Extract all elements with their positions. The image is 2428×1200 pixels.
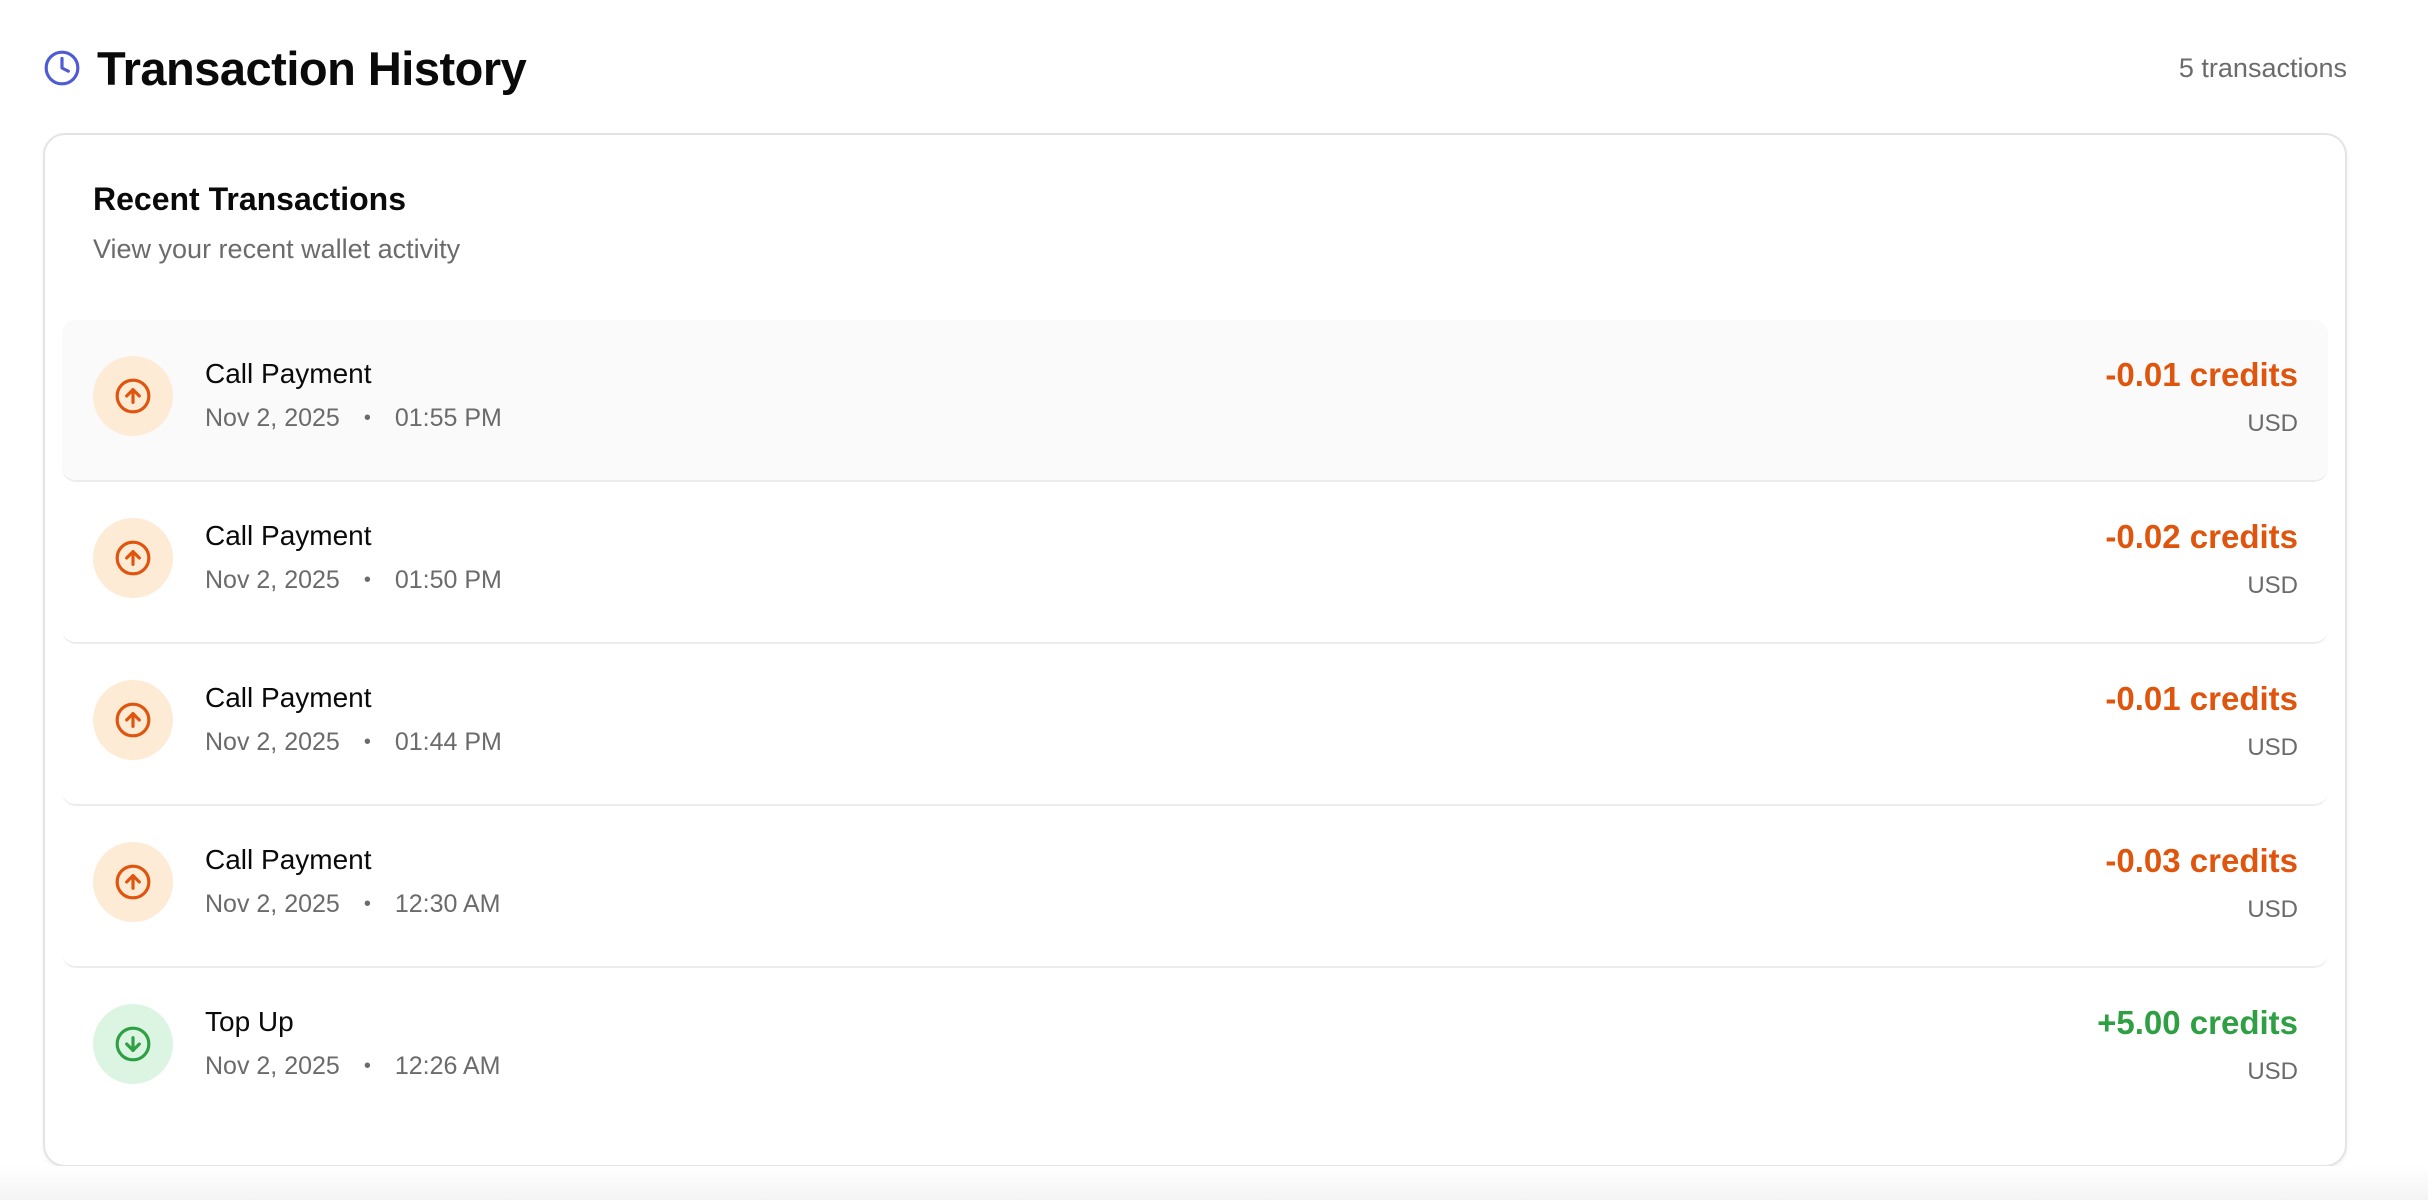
transaction-time: 12:30 AM [394,890,501,918]
transaction-currency: USD [2247,734,2298,761]
arrow-down-circle-icon [93,1004,173,1084]
arrow-up-circle-icon [93,842,173,922]
transaction-datetime: Nov 2, 2025 • 12:26 AM [205,1052,500,1081]
transaction-currency: USD [2247,410,2298,437]
transaction-date: Nov 2, 2025 [205,728,340,756]
transaction-amount: -0.03 credits [2105,842,2298,879]
transaction-date: Nov 2, 2025 [205,1052,340,1080]
meta-separator: • [363,731,371,753]
transaction-amount: -0.02 credits [2105,518,2298,555]
bottom-fade [0,1166,2428,1200]
card-subtitle: View your recent wallet activity [93,234,461,264]
meta-separator: • [363,407,371,429]
page-header: Transaction History 5 transactions [43,38,2347,98]
transaction-date: Nov 2, 2025 [205,566,340,594]
transaction-datetime: Nov 2, 2025 • 01:50 PM [205,566,502,595]
transaction-amount: +5.00 credits [2097,1004,2298,1041]
transaction-name: Call Payment [205,682,372,713]
transaction-time: 01:55 PM [394,404,502,432]
transaction-row[interactable]: Call Payment Nov 2, 2025 • 12:30 AM -0.0… [62,806,2328,968]
arrow-up-circle-icon [93,680,173,760]
transaction-name: Top Up [205,1006,294,1037]
transaction-time: 01:44 PM [394,728,502,756]
transaction-list: Call Payment Nov 2, 2025 • 01:55 PM -0.0… [62,320,2328,1130]
header-title-group: Transaction History [43,41,527,96]
arrow-up-circle-icon [93,356,173,436]
transaction-row[interactable]: Top Up Nov 2, 2025 • 12:26 AM +5.00 cred… [62,968,2328,1130]
transaction-date: Nov 2, 2025 [205,404,340,432]
transaction-row[interactable]: Call Payment Nov 2, 2025 • 01:44 PM -0.0… [62,644,2328,806]
transaction-count: 5 transactions [2178,52,2347,83]
meta-separator: • [363,1055,371,1077]
transaction-datetime: Nov 2, 2025 • 12:30 AM [205,890,500,919]
transaction-date: Nov 2, 2025 [205,890,340,918]
transaction-row[interactable]: Call Payment Nov 2, 2025 • 01:55 PM -0.0… [62,320,2328,482]
transaction-currency: USD [2247,896,2298,923]
card-title: Recent Transactions [93,181,406,217]
page-title: Transaction History [97,41,527,95]
arrow-up-circle-icon [93,518,173,598]
transaction-currency: USD [2247,1058,2298,1085]
transaction-row[interactable]: Call Payment Nov 2, 2025 • 01:50 PM -0.0… [62,482,2328,644]
transaction-name: Call Payment [205,520,372,551]
transaction-amount: -0.01 credits [2105,356,2298,393]
transaction-datetime: Nov 2, 2025 • 01:44 PM [205,728,502,757]
transaction-amount: -0.01 credits [2105,680,2298,717]
transaction-name: Call Payment [205,358,372,389]
recent-transactions-card: Recent Transactions View your recent wal… [43,133,2347,1167]
transaction-datetime: Nov 2, 2025 • 01:55 PM [205,404,502,433]
meta-separator: • [363,569,371,591]
clock-icon [43,49,81,87]
transaction-name: Call Payment [205,844,372,875]
transaction-time: 01:50 PM [394,566,502,594]
transaction-currency: USD [2247,572,2298,599]
transaction-time: 12:26 AM [394,1052,501,1080]
meta-separator: • [363,893,371,915]
page: Transaction History 5 transactions Recen… [0,0,2428,1200]
